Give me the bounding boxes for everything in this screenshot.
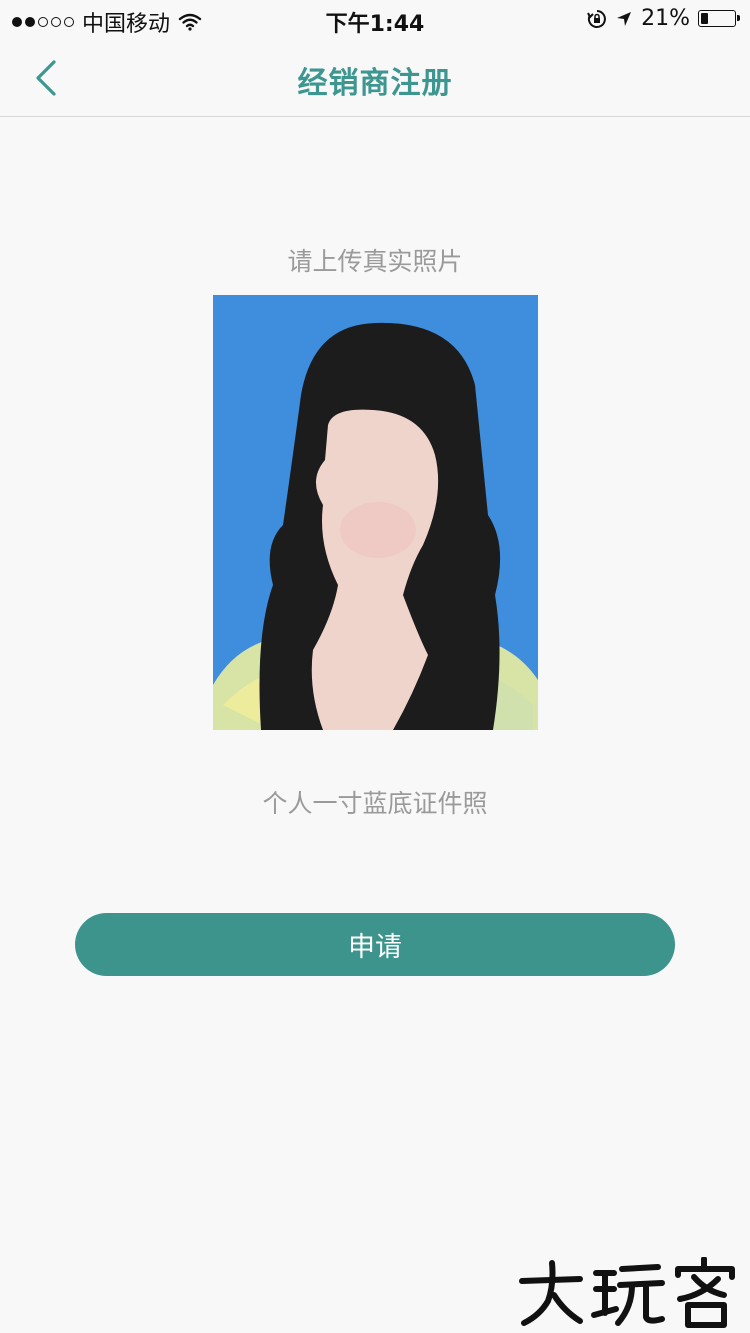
id-photo-upload[interactable] — [213, 295, 538, 730]
status-right: 21% — [587, 6, 740, 31]
battery-percent: 21% — [641, 6, 690, 31]
status-bar: 中国移动 下午1:44 21% — [0, 0, 750, 38]
page-title: 经销商注册 — [297, 66, 453, 101]
apply-button[interactable]: 申请 — [75, 913, 675, 976]
portrait-photo — [213, 295, 538, 730]
nav-bar: 经销商注册 — [0, 38, 750, 117]
upload-prompt: 请上传真实照片 — [287, 247, 463, 276]
battery-nub — [737, 15, 740, 21]
location-arrow-icon — [615, 10, 633, 28]
orientation-lock-icon — [587, 9, 607, 29]
battery-fill — [701, 13, 708, 24]
screen: 中国移动 下午1:44 21% 经销商注册 请上传真实照片 个人一寸蓝底证件照 … — [0, 0, 750, 1333]
watermark-logo — [519, 1257, 735, 1328]
photo-caption: 个人一寸蓝底证件照 — [262, 789, 488, 818]
battery-icon — [698, 10, 740, 27]
